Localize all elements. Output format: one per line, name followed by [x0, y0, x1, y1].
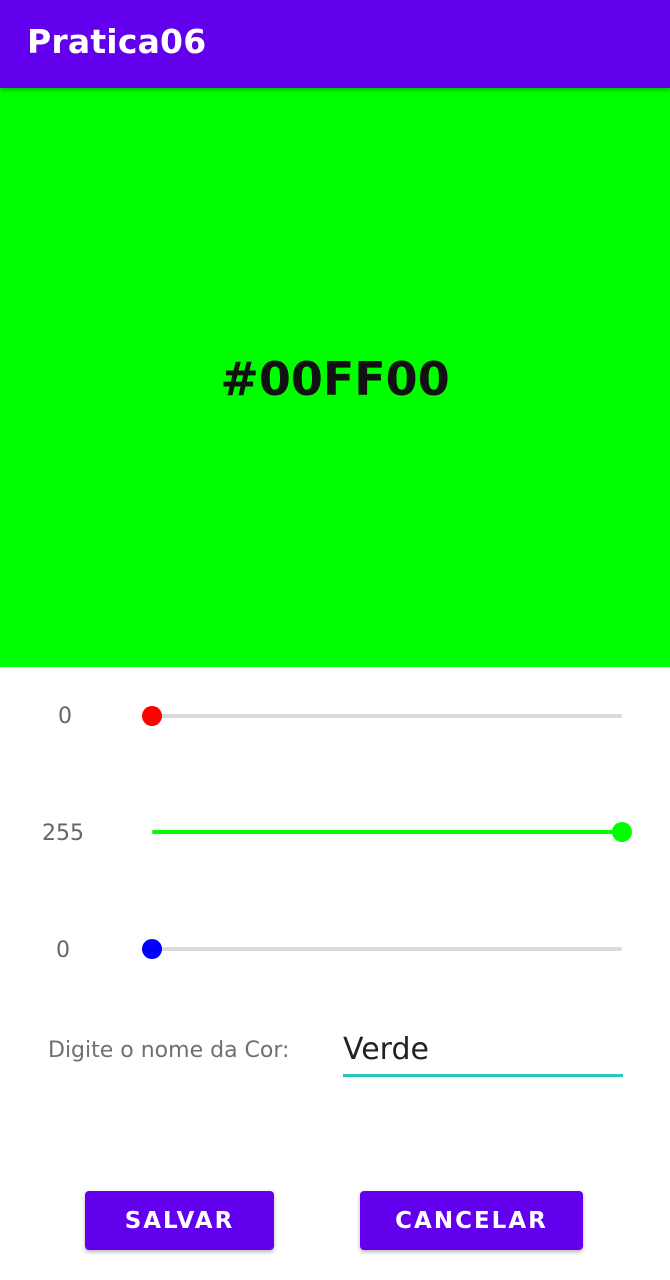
blue-slider[interactable] — [142, 937, 622, 961]
red-value-label: 0 — [58, 704, 72, 729]
green-slider-fill — [152, 830, 622, 834]
color-name-input[interactable] — [343, 1024, 623, 1077]
green-slider-thumb[interactable] — [612, 822, 632, 842]
app-bar: Pratica06 — [0, 0, 670, 88]
red-slider[interactable] — [142, 704, 622, 728]
red-slider-track — [152, 714, 622, 718]
app-title: Pratica06 — [27, 22, 207, 61]
blue-slider-track — [152, 947, 622, 951]
green-value-label: 255 — [42, 821, 84, 846]
cancel-button[interactable]: CANCELAR — [360, 1191, 583, 1250]
save-button[interactable]: SALVAR — [85, 1191, 274, 1250]
color-preview: #00FF00 — [0, 88, 670, 667]
color-name-label: Digite o nome da Cor: — [48, 1038, 290, 1063]
blue-slider-thumb[interactable] — [142, 939, 162, 959]
green-slider[interactable] — [152, 820, 632, 844]
hex-code-label: #00FF00 — [220, 352, 450, 406]
red-slider-thumb[interactable] — [142, 706, 162, 726]
blue-value-label: 0 — [56, 938, 70, 963]
